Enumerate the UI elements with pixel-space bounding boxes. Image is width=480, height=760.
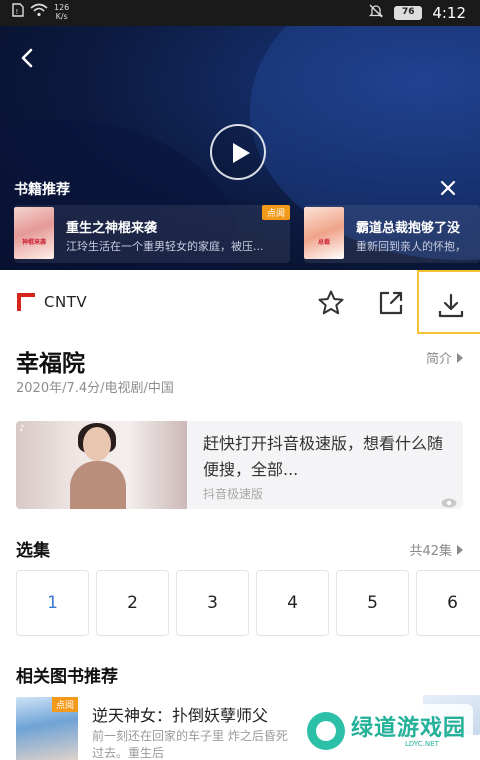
net-speed-value: 126 [54,3,70,12]
ad-eye-icon[interactable] [441,493,457,508]
episode-button-5[interactable]: 5 [336,570,409,636]
episode-button-2[interactable]: 2 [96,570,169,636]
sim-icon: ! [12,3,24,21]
ad-text: 赶快打开抖音极速版，想看什么随便搜，全部... [203,434,444,479]
book-cover-title: 总裁 [317,239,330,246]
site-watermark: 绿道游戏园 LDYC.NET [303,704,473,756]
book-desc: 重新回到亲人的怀抱， [356,240,466,253]
related-book-cover[interactable]: 点阅 [16,697,78,760]
episodes-total-link[interactable]: 共42集 [409,540,464,559]
caret-right-icon [457,544,463,555]
cntv-logo-icon [16,292,36,312]
tiktok-icon: ♪ [19,424,25,434]
close-book-recommend-button[interactable] [438,178,458,198]
episodes-total-label: 共42集 [409,544,452,559]
episode-button-1[interactable]: 1 [16,570,89,636]
chevron-left-icon [21,48,33,68]
mute-bell-icon [368,3,384,23]
book-cover: 神棍来袭 [14,207,54,259]
show-meta: 2020年/7.4分/电视剧/中国 [16,381,174,396]
book-name: 重生之神棍来袭 [66,221,158,236]
share-button[interactable] [376,288,406,318]
episodes-title: 选集 [16,541,50,561]
book-name: 霸道总裁抱够了没 [356,221,461,236]
episode-button-6[interactable]: 6 [416,570,480,636]
source-row[interactable]: CNTV [16,292,87,312]
share-icon [379,291,403,315]
watermark-name: 绿道游戏园 [351,716,467,741]
net-speed: 126 K/s [54,3,69,21]
related-book-desc: 前一刻还在回家的车子里 炸之后昏死过去。重生后 [92,729,288,760]
related-books-title: 相关图书推荐 [16,667,118,687]
book-recommend-title: 书籍推荐 [14,182,70,198]
show-title: 幸福院 [16,351,85,377]
play-icon [233,143,250,163]
detail-content: CNTV 幸福院 简介 2020年/7.4分/电视剧/中国 ♪ 赶快打开抖音极速… [0,270,480,760]
related-book-name[interactable]: 逆天神女：扑倒妖孽师父 [92,702,268,726]
svg-text:!: ! [16,8,19,16]
episode-button-4[interactable]: 4 [256,570,329,636]
favorite-button[interactable] [316,288,346,318]
caret-right-icon [457,352,463,363]
wifi-icon [30,3,48,21]
related-book-badge: 点阅 [51,697,78,712]
status-time: 4:12 [432,4,466,22]
play-button[interactable] [210,124,266,180]
ad-person-head [83,427,111,461]
battery-indicator: 76 [394,6,423,20]
back-button[interactable] [14,44,42,72]
close-icon [440,180,456,196]
video-player[interactable]: ! 126 K/s 76 4:12 书籍推荐 神棍来袭 重生之神棍来袭 江玲生活… [0,0,480,270]
ad-person-body [70,461,126,509]
watermark-url: LDYC.NET [405,740,439,748]
book-cover-title: 神棍来袭 [21,239,46,246]
intro-link[interactable]: 简介 [426,348,464,367]
source-name: CNTV [44,293,88,311]
watermark-logo-icon [307,712,345,750]
star-icon [318,290,344,315]
download-button[interactable] [417,270,480,334]
intro-link-label: 简介 [425,352,452,367]
book-desc: 江玲生活在一个重男轻女的家庭，被压... [66,240,264,253]
ad-image: ♪ [16,421,187,509]
episode-button-3[interactable]: 3 [176,570,249,636]
ad-card[interactable]: ♪ 赶快打开抖音极速版，想看什么随便搜，全部... 抖音极速版 [16,421,463,509]
net-speed-unit: K/s [55,12,68,21]
book-cover: 总裁 [304,207,344,259]
download-icon [438,293,464,318]
status-bar: ! 126 K/s 76 4:12 [0,0,480,26]
book-badge: 点阅 [261,205,290,220]
book-card-2[interactable]: 总裁 霸道总裁抱够了没 重新回到亲人的怀抱， [304,205,480,263]
book-card-1[interactable]: 神棍来袭 重生之神棍来袭 江玲生活在一个重男轻女的家庭，被压... 点阅 [14,205,290,263]
ad-source: 抖音极速版 [203,487,264,501]
